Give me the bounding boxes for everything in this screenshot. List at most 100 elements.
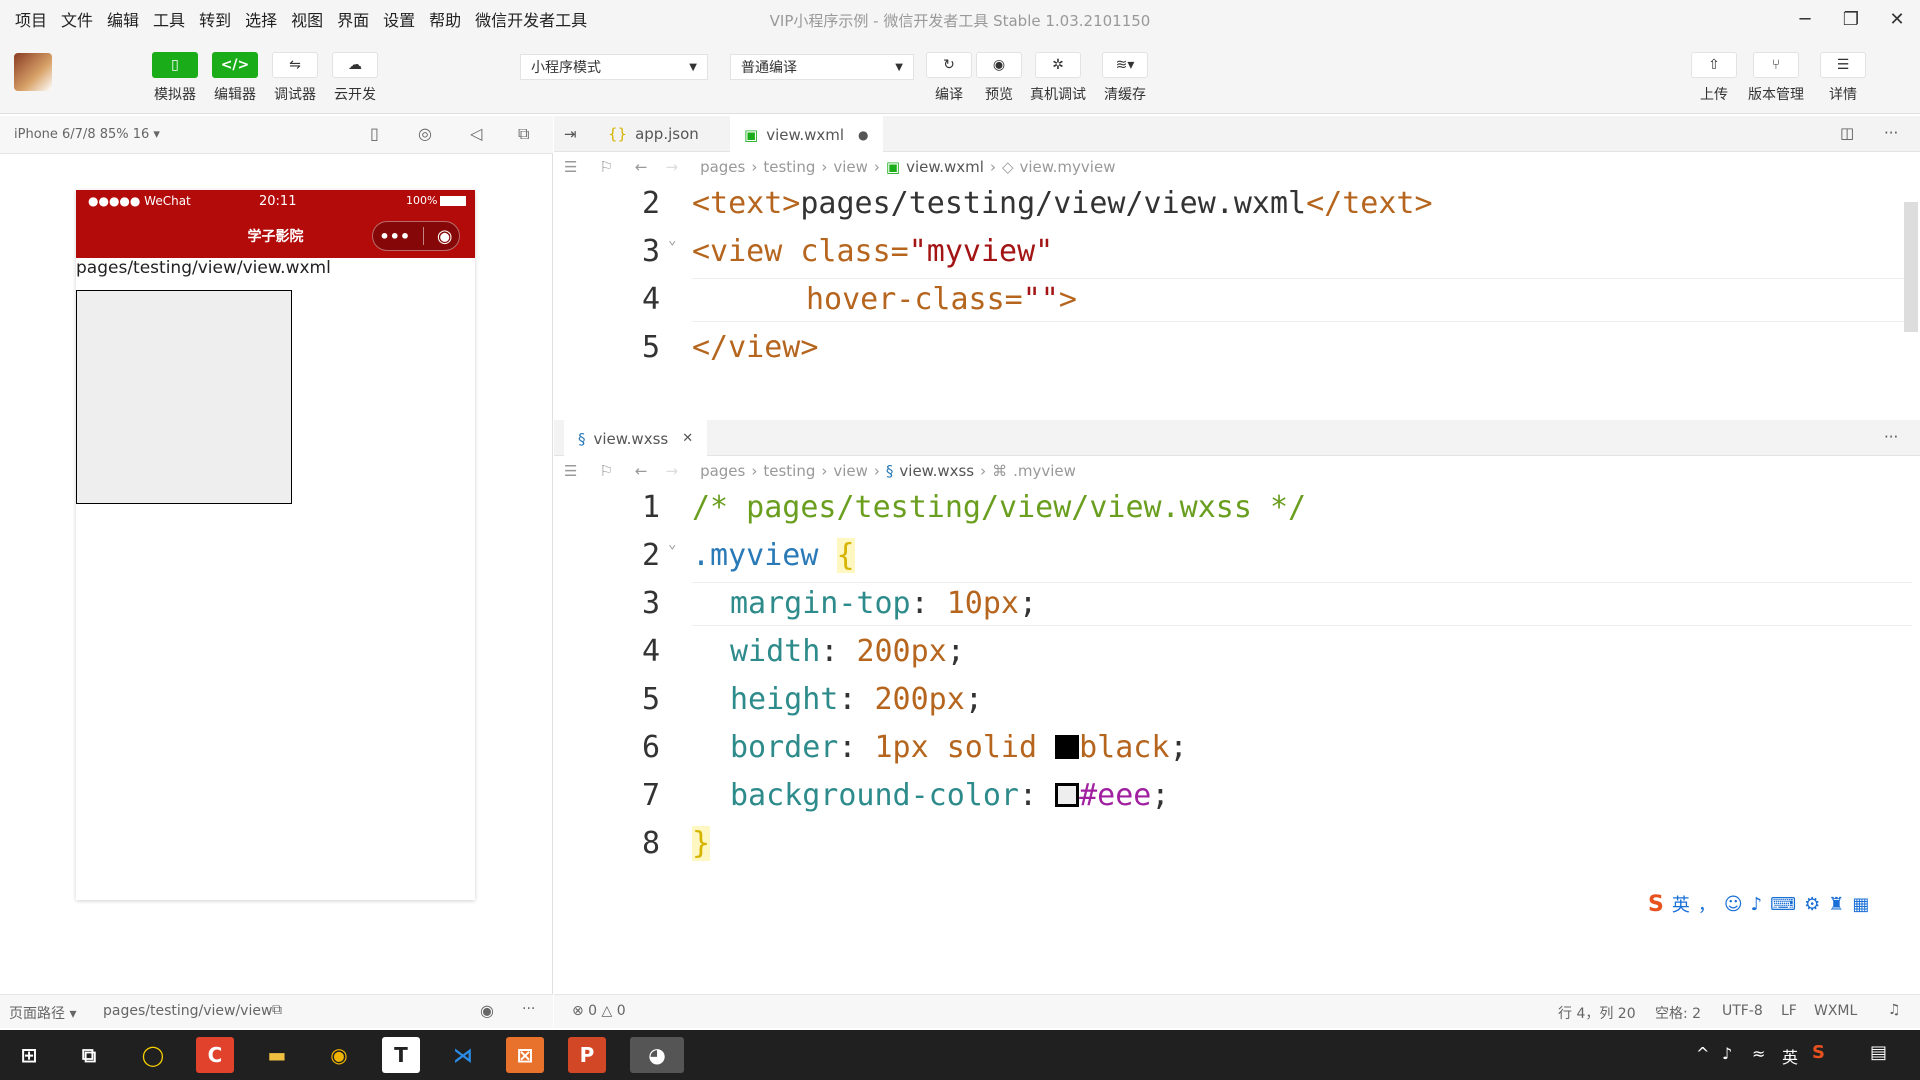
list-icon[interactable]: ☰ — [564, 158, 577, 176]
compile-button[interactable]: ↻ 编译 — [926, 52, 972, 104]
code-editor-top[interactable]: 2 <text>pages/testing/view/view.wxml</te… — [554, 182, 1920, 418]
file-explorer-icon[interactable]: ▬ — [258, 1037, 296, 1073]
window-controls: ─ ❐ ✕ — [1782, 0, 1920, 38]
collapse-icon[interactable]: ⇥ — [564, 125, 577, 143]
back-icon[interactable]: ← — [635, 158, 648, 176]
more-icon[interactable]: ··· — [1884, 124, 1898, 142]
code-editor-bottom[interactable]: 1 /* pages/testing/view/view.wxss */ 2 ⌄… — [554, 486, 1920, 866]
breadcrumb-top: ☰ ⚐ ← → pages › testing › view › ▣ view.wxm… — [554, 152, 1920, 182]
mic-icon[interactable]: ♪ — [1751, 894, 1763, 915]
sogou-icon[interactable]: S — [1648, 892, 1664, 917]
app-c-icon[interactable]: C — [196, 1037, 234, 1073]
copy-icon[interactable]: ⧉ — [272, 1002, 282, 1018]
speaker-icon[interactable]: ♪ — [1722, 1044, 1732, 1063]
remote-debug-button[interactable]: ✲ 真机调试 — [1030, 52, 1086, 104]
ime-lang-toggle[interactable]: 英 — [1672, 891, 1690, 917]
xampp-icon[interactable]: ⊠ — [506, 1037, 544, 1073]
tab-app-json[interactable]: {} app.json — [594, 116, 713, 152]
keyboard-icon[interactable]: ⌨ — [1770, 894, 1796, 915]
end-of-line[interactable]: LF — [1781, 1003, 1797, 1019]
split-editor-icon[interactable]: ◫ — [1840, 124, 1854, 142]
editor-button[interactable]: </> 编辑器 — [212, 52, 258, 104]
bell-icon[interactable]: ♫ — [1888, 1002, 1901, 1018]
close-miniapp-icon[interactable]: ◉ — [437, 226, 453, 247]
close-icon[interactable]: ✕ — [1874, 0, 1920, 38]
task-view-icon[interactable]: ⧉ — [70, 1037, 108, 1073]
page-path-label[interactable]: 页面路径 ▾ — [9, 1003, 76, 1023]
scrollbar[interactable] — [1904, 202, 1918, 332]
code-line: height: 200px; — [730, 682, 983, 717]
indent-spaces[interactable]: 空格: 2 — [1655, 1003, 1701, 1023]
crumb[interactable]: view — [833, 158, 868, 176]
code-line: background-color: #eee; — [730, 778, 1170, 813]
color-swatch-black[interactable] — [1055, 735, 1080, 759]
record-icon[interactable]: ◎ — [418, 124, 432, 143]
phone-outline-icon[interactable]: ▯ — [370, 124, 379, 143]
debugger-button[interactable]: ⇋ 调试器 — [272, 52, 318, 104]
cursor-position[interactable]: 行 4，列 20 — [1558, 1003, 1636, 1023]
encoding[interactable]: UTF-8 — [1722, 1003, 1763, 1019]
battery-percent: 100% — [406, 194, 438, 207]
tray-chevron-icon[interactable]: ^ — [1696, 1044, 1709, 1063]
close-icon[interactable]: ✕ — [682, 431, 693, 446]
cloud-button[interactable]: ☁ 云开发 — [332, 52, 378, 104]
eye-icon[interactable]: ◉ — [480, 1001, 494, 1020]
skin-icon[interactable]: ♜ — [1828, 894, 1844, 915]
details-button[interactable]: ☰ 详情 — [1820, 52, 1866, 104]
typora-icon[interactable]: T — [382, 1037, 420, 1073]
powerpoint-icon[interactable]: P — [568, 1037, 606, 1073]
fold-icon[interactable]: ⌄ — [668, 536, 676, 552]
emoji-icon[interactable]: ☺ — [1724, 894, 1743, 915]
unsaved-dot-icon[interactable]: ● — [858, 128, 868, 142]
crumb[interactable]: view — [833, 462, 868, 480]
chrome-icon[interactable]: ◉ — [320, 1037, 358, 1073]
volume-icon[interactable]: ◁ — [470, 124, 482, 143]
preview-button[interactable]: ◉ 预览 — [976, 52, 1022, 104]
tools-icon[interactable]: ⚙ — [1804, 894, 1820, 915]
crumb[interactable]: testing — [763, 462, 815, 480]
crumb[interactable]: .myview — [1013, 462, 1076, 480]
myview-box[interactable] — [76, 290, 292, 504]
crumb[interactable]: view.wxss — [899, 462, 974, 480]
avatar[interactable] — [14, 53, 52, 91]
sogou-tray-icon[interactable]: S — [1812, 1042, 1825, 1063]
fold-icon[interactable]: ⌄ — [668, 232, 676, 248]
crumb[interactable]: pages — [700, 158, 745, 176]
network-icon[interactable]: ≈ — [1752, 1044, 1765, 1063]
vscode-icon[interactable]: ⋊ — [444, 1037, 482, 1073]
more-icon[interactable]: ··· — [522, 1001, 535, 1017]
crumb[interactable]: pages — [700, 462, 745, 480]
upload-button[interactable]: ⇧ 上传 — [1691, 52, 1737, 104]
crumb[interactable]: view.myview — [1020, 158, 1116, 176]
device-select[interactable]: iPhone 6/7/8 85% 16 ▾ — [14, 127, 160, 142]
more-icon[interactable]: ••• — [379, 227, 410, 246]
wechat-devtools-icon[interactable]: ◕ — [630, 1037, 684, 1073]
crumb[interactable]: view.wxml — [906, 158, 984, 176]
popout-icon[interactable]: ⧉ — [518, 124, 529, 144]
language-mode[interactable]: WXML — [1814, 1003, 1857, 1019]
tab-view-wxml[interactable]: ▣ view.wxml ● — [730, 116, 883, 153]
bookmark-icon[interactable]: ⚐ — [599, 462, 612, 480]
color-swatch-eee[interactable] — [1055, 783, 1080, 807]
tab-view-wxss[interactable]: § view.wxss ✕ — [564, 420, 708, 457]
compile-select[interactable]: 普通编译 ▼ — [730, 54, 914, 80]
crumb[interactable]: testing — [763, 158, 815, 176]
bookmark-icon[interactable]: ⚐ — [599, 158, 612, 176]
punct-icon[interactable]: ， — [1698, 891, 1716, 917]
clear-cache-button[interactable]: ≋▾ 清缓存 — [1102, 52, 1148, 104]
more-icon[interactable]: ··· — [1884, 428, 1898, 446]
notification-icon[interactable]: ▤ — [1870, 1042, 1887, 1063]
simulator-button[interactable]: ▯ 模拟器 — [152, 52, 198, 104]
windows-start-icon[interactable]: ⊞ — [10, 1037, 48, 1073]
problems-indicator[interactable]: ⊗ 0 △ 0 — [572, 1003, 626, 1019]
cortana-icon[interactable]: ◯ — [134, 1037, 172, 1073]
list-icon[interactable]: ☰ — [564, 462, 577, 480]
back-icon[interactable]: ← — [635, 462, 648, 480]
version-button[interactable]: ⑂ 版本管理 — [1748, 52, 1804, 104]
mode-select[interactable]: 小程序模式 ▼ — [520, 54, 708, 80]
capsule-menu[interactable]: ••• ◉ — [372, 221, 460, 251]
minimize-icon[interactable]: ─ — [1782, 0, 1828, 38]
restore-icon[interactable]: ❐ — [1828, 0, 1874, 38]
grid-icon[interactable]: ▦ — [1852, 894, 1869, 915]
tray-lang[interactable]: 英 — [1782, 1044, 1798, 1068]
